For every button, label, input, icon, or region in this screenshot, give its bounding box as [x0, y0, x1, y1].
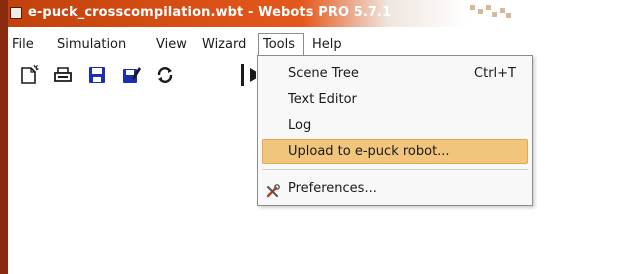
open-file-icon[interactable]	[52, 64, 74, 86]
menu-view[interactable]: View	[152, 33, 191, 55]
preferences-tools-icon	[266, 182, 280, 198]
webots-window: e-puck_crosscompilation.wbt - Webots PRO…	[0, 0, 621, 274]
text-editor-label: Text Editor	[288, 92, 357, 107]
upload-label: Upload to e-puck robot...	[288, 144, 450, 159]
tools-menu-dropdown: Scene Tree Ctrl+T Text Editor Log Upload…	[257, 55, 533, 206]
scene-tree-shortcut: Ctrl+T	[474, 66, 516, 81]
window-title: e-puck_crosscompilation.wbt - Webots PRO…	[28, 5, 392, 20]
save-as-icon[interactable]	[120, 64, 142, 86]
menu-item-text-editor[interactable]: Text Editor	[262, 87, 528, 112]
menu-item-scene-tree[interactable]: Scene Tree Ctrl+T	[262, 61, 528, 86]
menu-simulation[interactable]: Simulation	[53, 33, 130, 55]
new-file-icon[interactable]	[18, 64, 40, 86]
title-bar[interactable]: e-puck_crosscompilation.wbt - Webots PRO…	[8, 0, 621, 27]
menu-wizard[interactable]: Wizard	[198, 33, 250, 55]
menu-help[interactable]: Help	[308, 33, 346, 55]
revert-icon[interactable]	[154, 64, 176, 86]
preferences-label: Preferences...	[288, 181, 377, 196]
play-icon[interactable]	[248, 64, 256, 86]
menu-tools[interactable]: Tools	[258, 33, 304, 55]
menu-item-preferences[interactable]: Preferences...	[262, 176, 528, 201]
menu-file[interactable]: File	[8, 33, 38, 55]
menu-bar: File Simulation View Wizard Tools Help	[8, 33, 621, 55]
window-icon[interactable]	[10, 7, 22, 19]
scene-tree-label: Scene Tree	[288, 66, 359, 81]
menu-item-log[interactable]: Log	[262, 113, 528, 138]
log-label: Log	[288, 118, 312, 133]
title-decoration-icon	[466, 3, 514, 19]
toolbar-separator	[241, 64, 244, 86]
window-left-border	[0, 0, 8, 274]
save-icon[interactable]	[86, 64, 108, 86]
menu-item-upload-e-puck[interactable]: Upload to e-puck robot...	[262, 139, 528, 164]
menu-separator	[262, 169, 528, 170]
